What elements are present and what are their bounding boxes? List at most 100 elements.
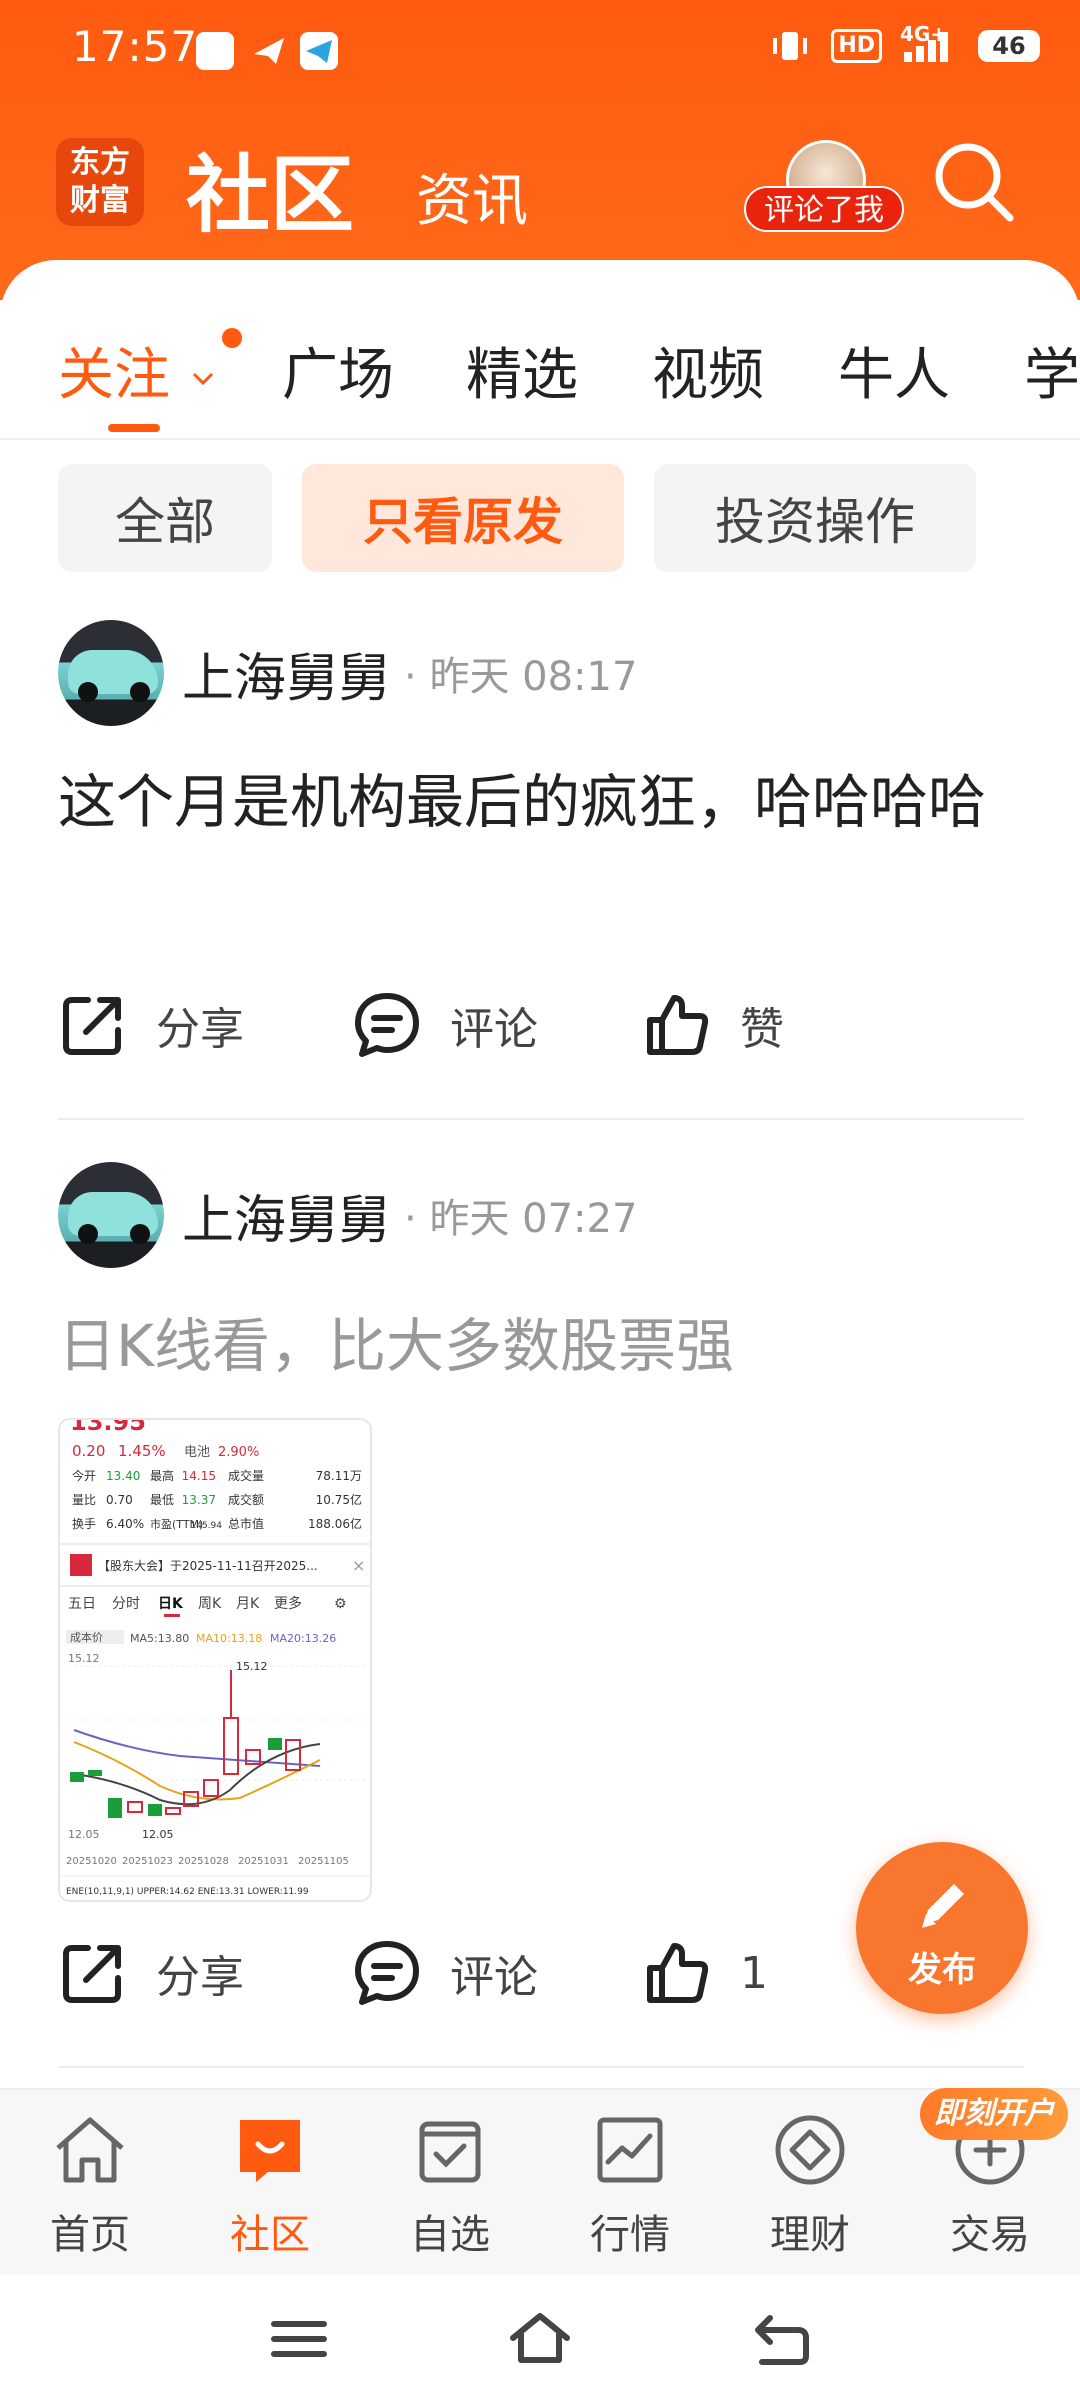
- tab-learn[interactable]: 学: [1024, 330, 1080, 411]
- thumb-change-pct: 1.45%: [118, 1442, 166, 1460]
- comment-button[interactable]: 评论: [352, 1938, 538, 2008]
- post-header[interactable]: 上海舅舅 · 昨天 07:27: [58, 1162, 637, 1268]
- filter-all[interactable]: 全部: [58, 464, 272, 572]
- post-username[interactable]: 上海舅舅: [182, 636, 390, 711]
- avatar[interactable]: [58, 620, 164, 726]
- share-button[interactable]: 分享: [58, 990, 244, 1060]
- nav-market[interactable]: 行情: [540, 2108, 720, 2268]
- nav-watchlist-label: 自选: [410, 2212, 490, 2258]
- high-label: 15.12: [236, 1660, 268, 1673]
- date-label: 20251028: [178, 1856, 229, 1867]
- post-text[interactable]: 这个月是机构最后的疯狂，哈哈哈哈: [58, 748, 1018, 856]
- thumb-notice: 【股东大会】于2025-11-11召开2025...: [98, 1559, 318, 1573]
- thumb-period-tabs: 五日 分时 日K 周K 月K 更多 ⚙: [68, 1595, 347, 1612]
- period-tab: 分时: [112, 1596, 140, 1612]
- open-account-badge[interactable]: 即刻开户: [920, 2088, 1068, 2140]
- news-tab[interactable]: 资讯: [416, 156, 528, 237]
- period-tab: 五日: [68, 1596, 96, 1612]
- filter-investment[interactable]: 投资操作: [654, 464, 976, 572]
- search-button[interactable]: [930, 138, 1016, 224]
- stat-value: 14.15: [182, 1469, 216, 1483]
- axis-top-label: 15.12: [68, 1652, 100, 1665]
- stock-chart-thumbnail: 13.95 0.20 1.45% 电池 2.90% 今开 13.40 最高 14…: [60, 1420, 370, 1897]
- post-divider: [58, 2066, 1024, 2068]
- avatar[interactable]: [58, 1162, 164, 1268]
- menu-button[interactable]: [264, 2304, 334, 2374]
- stat-value: 145.94: [191, 1521, 223, 1531]
- comment-button[interactable]: 评论: [352, 990, 538, 1060]
- post-image[interactable]: 13.95 0.20 1.45% 电池 2.90% 今开 13.40 最高 14…: [58, 1418, 372, 1902]
- search-icon: [935, 143, 1014, 222]
- back-icon: [755, 2315, 809, 2365]
- stat-value: 10.75亿: [316, 1492, 362, 1507]
- nav-wealth[interactable]: 理财: [720, 2108, 900, 2268]
- post-time: · 昨天 07:27: [404, 1196, 638, 1242]
- home-icon: [56, 2117, 124, 2183]
- like-label: 赞: [740, 1004, 784, 1055]
- share-icon: [63, 997, 121, 1055]
- stat-label: 今开: [72, 1468, 96, 1483]
- publish-label: 发布: [908, 1950, 976, 1990]
- period-tab: 月K: [236, 1596, 260, 1612]
- home-button[interactable]: [505, 2304, 575, 2374]
- thumb-date-axis: 20251020 20251023 20251028 20251031 2025…: [66, 1856, 349, 1867]
- battery-indicator: 46: [978, 30, 1040, 62]
- stat-value: 13.40: [106, 1469, 140, 1483]
- thumb-stats: 今开 13.40 最高 14.15 成交量 78.11万 量比 0.70 最低 …: [72, 1468, 362, 1531]
- candles: [70, 1670, 301, 1818]
- thumb-sector-pct: 2.90%: [218, 1445, 259, 1460]
- page-title[interactable]: 社区: [186, 128, 354, 249]
- system-nav-bar: [0, 2274, 1080, 2400]
- post-username[interactable]: 上海舅舅: [182, 1178, 390, 1253]
- stat-label: 成交量: [228, 1468, 264, 1483]
- nav-community[interactable]: 社区: [180, 2108, 360, 2268]
- nav-trade-label: 交易: [950, 2212, 1030, 2258]
- ene-label: ENE(10,11,9,1) UPPER:14.62 ENE:13.31 LOW…: [66, 1887, 309, 1897]
- tab-video[interactable]: 视频: [652, 330, 764, 411]
- filter-original[interactable]: 只看原发: [302, 464, 624, 572]
- status-icons: HD 4G+ 46: [767, 22, 1040, 64]
- nav-market-label: 行情: [590, 2212, 670, 2258]
- post-divider: [58, 1118, 1024, 1120]
- nav-home-label: 首页: [50, 2212, 130, 2258]
- stat-label: 最高: [150, 1468, 174, 1483]
- app-notification-icon: [196, 32, 234, 70]
- stat-value: 0.70: [106, 1493, 133, 1507]
- like-count: 1: [740, 1947, 768, 1999]
- avatar-wheel: [78, 682, 98, 702]
- comment-label: 评论: [450, 1004, 538, 1055]
- feed-tabs: 关注 广场 精选 视频 牛人 学: [0, 300, 1080, 440]
- back-button[interactable]: [746, 2304, 816, 2374]
- share-button[interactable]: 分享: [58, 1938, 244, 2008]
- post-header[interactable]: 上海舅舅 · 昨天 08:17: [58, 620, 637, 726]
- post-text[interactable]: 日K线看，比大多数股票强: [58, 1292, 1018, 1400]
- bottom-nav: 首页 社区 自选 行情 理财 交易: [0, 2088, 1080, 2274]
- avatar-wheel: [78, 1224, 98, 1244]
- axis-bottom-label: 12.05: [68, 1828, 100, 1841]
- like-button[interactable]: 赞: [642, 990, 784, 1060]
- tab-follow[interactable]: 关注: [58, 330, 218, 411]
- ma-label: 成本价: [70, 1630, 103, 1644]
- tab-follow-label: 关注: [58, 343, 170, 408]
- logo-line-1: 东方: [70, 145, 130, 180]
- status-bar: 17:57 HD 4G+ 46: [0, 0, 1080, 100]
- vibrate-icon: [767, 28, 813, 64]
- publish-button[interactable]: 发布: [856, 1842, 1028, 2014]
- stat-label: 成交额: [228, 1492, 264, 1507]
- tab-featured[interactable]: 精选: [466, 330, 578, 411]
- tab-square[interactable]: 广场: [282, 330, 394, 411]
- comment-icon: [355, 1941, 419, 2005]
- nav-watchlist[interactable]: 自选: [360, 2108, 540, 2268]
- tab-experts[interactable]: 牛人: [838, 330, 950, 411]
- home-nav-icon: [510, 2313, 570, 2363]
- send-notification-icon: [250, 32, 288, 70]
- telegram-icon: [300, 32, 338, 70]
- like-button[interactable]: 1: [642, 1938, 768, 2008]
- chart-icon: [597, 2117, 663, 2183]
- comment-notification[interactable]: 评论了我: [744, 140, 910, 236]
- app-logo[interactable]: 东方 财富: [56, 138, 144, 226]
- wealth-icon: [775, 2115, 845, 2185]
- chevron-down-icon: [192, 372, 213, 385]
- nav-home[interactable]: 首页: [0, 2108, 180, 2268]
- community-icon: [240, 2120, 300, 2182]
